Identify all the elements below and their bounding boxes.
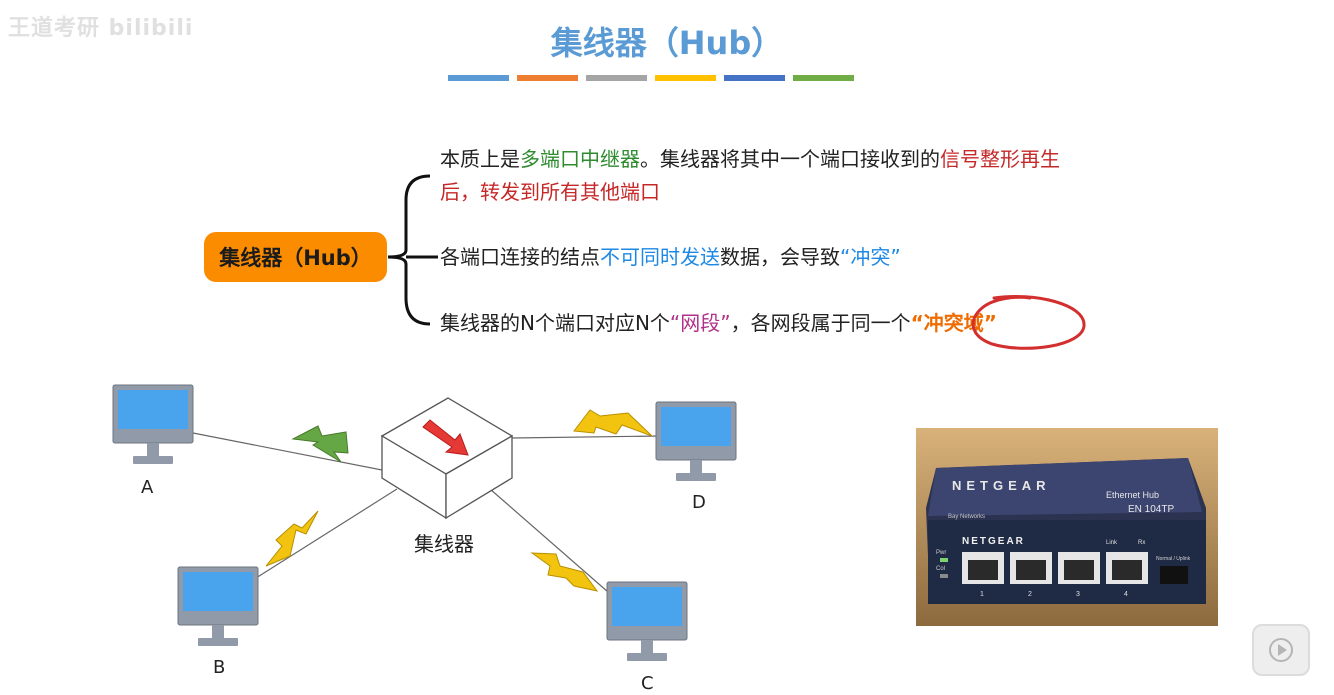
photo-port-number: 3 (1076, 591, 1080, 598)
lightning-bolt-icon-d (573, 409, 653, 437)
photo-brand-top: NETGEAR (952, 478, 1051, 493)
computer-d-icon (655, 401, 737, 481)
node-label-b: B (213, 657, 226, 678)
node-label-d: D (692, 492, 706, 513)
photo-link-label: Link (1106, 540, 1118, 546)
netgear-hub-image: NETGEAR Ethernet Hub EN 104TP Bay Networ… (916, 428, 1218, 626)
link-c-hub (489, 488, 609, 593)
computer-a-icon (112, 384, 194, 464)
photo-uplink-label: Normal / Uplink (1156, 556, 1191, 562)
photo-subbrand: Bay Networks (948, 514, 985, 520)
photo-port-number: 4 (1124, 591, 1128, 598)
photo-model-text: EN 104TP (1128, 504, 1174, 515)
play-button[interactable] (1252, 624, 1310, 676)
photo-col-label: Col (936, 566, 945, 572)
lightning-bolt-icon-a (291, 425, 349, 463)
hub-box-icon (380, 397, 514, 520)
photo-product-text: Ethernet Hub (1106, 490, 1159, 500)
play-icon (1269, 638, 1293, 662)
netgear-hub-photo: NETGEAR Ethernet Hub EN 104TP Bay Networ… (916, 428, 1218, 626)
photo-port-number: 1 (980, 591, 984, 598)
node-label-c: C (641, 673, 654, 694)
hub-label: 集线器 (414, 532, 474, 556)
computer-c-icon (606, 581, 688, 661)
photo-pwr-label: Pwr (936, 550, 946, 556)
link-d-hub (511, 435, 661, 439)
node-label-a: A (141, 477, 154, 498)
lightning-bolt-icon-c (530, 552, 599, 592)
photo-brand-front: NETGEAR (962, 536, 1025, 547)
photo-port-number: 2 (1028, 591, 1032, 598)
computer-b-icon (177, 566, 259, 646)
photo-rx-label: Rx (1138, 540, 1145, 546)
link-b-hub (255, 488, 398, 579)
link-a-hub (192, 432, 383, 471)
lightning-bolt-icon-b (265, 510, 319, 567)
